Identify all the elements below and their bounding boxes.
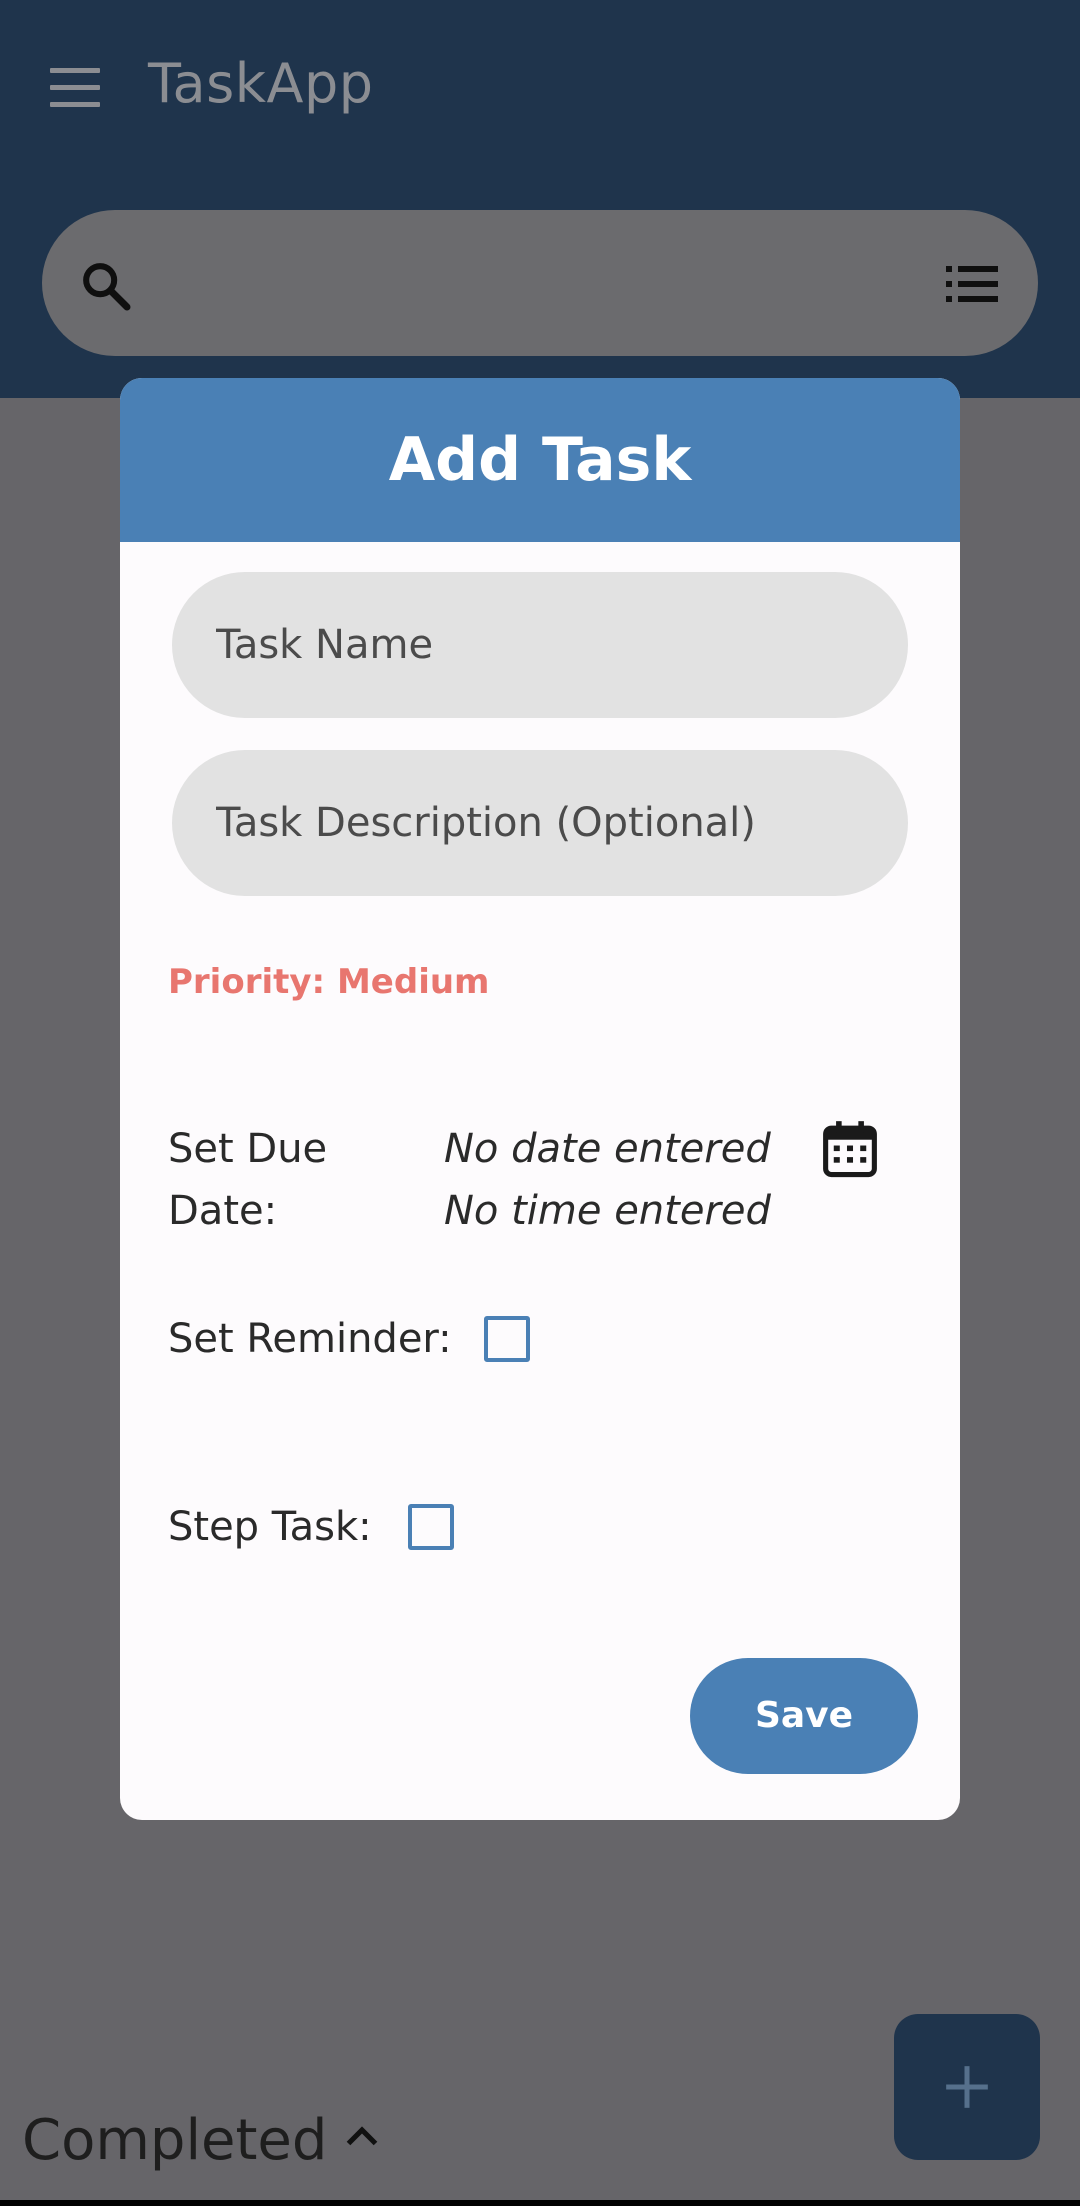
dialog-title: Add Task: [388, 425, 692, 495]
add-task-dialog: Add Task Priority: Medium Set Due Date: …: [120, 378, 960, 1820]
chevron-up-icon[interactable]: [344, 2124, 380, 2148]
date-value: No date entered: [444, 1126, 771, 1172]
search-icon[interactable]: [78, 258, 134, 314]
due-date-label: Set Due Date:: [168, 1118, 408, 1242]
reminder-label: Set Reminder:: [168, 1316, 452, 1362]
completed-section-label[interactable]: Completed: [22, 2108, 327, 2173]
reminder-checkbox[interactable]: [484, 1316, 530, 1362]
step-task-checkbox[interactable]: [408, 1504, 454, 1550]
system-nav-bar: [0, 2200, 1080, 2206]
time-value: No time entered: [444, 1188, 771, 1234]
save-button[interactable]: Save: [690, 1658, 918, 1774]
due-date-values: No date entered No time entered: [444, 1118, 771, 1242]
priority-selector[interactable]: Priority: Medium: [168, 962, 490, 1002]
add-task-fab[interactable]: [894, 2014, 1040, 2160]
list-view-icon[interactable]: [946, 266, 998, 302]
task-description-input[interactable]: [172, 750, 908, 896]
plus-icon: [946, 2066, 988, 2108]
due-date-label-line2: Date:: [168, 1188, 278, 1234]
task-name-input[interactable]: [172, 572, 908, 718]
app-bar: TaskApp: [0, 0, 1080, 398]
menu-icon[interactable]: [50, 68, 100, 108]
app-title: TaskApp: [148, 52, 374, 115]
due-date-label-line1: Set Due: [168, 1126, 328, 1172]
step-task-label: Step Task:: [168, 1504, 372, 1550]
calendar-icon[interactable]: [822, 1120, 878, 1178]
dialog-header: Add Task: [120, 378, 960, 542]
search-bar[interactable]: [42, 210, 1038, 356]
